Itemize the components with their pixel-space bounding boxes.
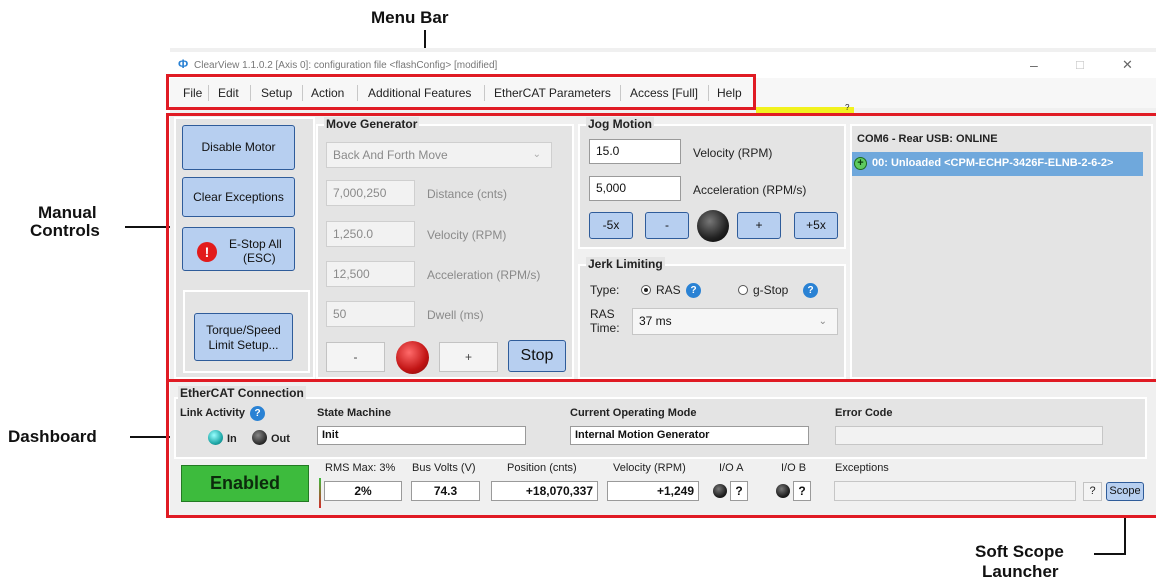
manual-controls-highlight	[166, 113, 1156, 382]
annotation-soft-scope-line-h	[1094, 553, 1126, 555]
dashboard-highlight	[166, 379, 1156, 518]
annotation-dashboard: Dashboard	[8, 427, 97, 446]
annotation-manual-controls-2: Controls	[30, 221, 100, 240]
annotation-soft-scope-2: Launcher	[982, 562, 1059, 581]
menu-bar-highlight	[166, 74, 756, 110]
close-button[interactable]: ✕	[1122, 57, 1133, 73]
annotation-soft-scope-1: Soft Scope	[975, 542, 1064, 561]
window-title: ClearView 1.1.0.2 [Axis 0]: configuratio…	[194, 60, 498, 71]
annotation-manual-controls-1: Manual	[38, 203, 97, 222]
warning-marker: ?	[845, 103, 850, 112]
minimize-button[interactable]: –	[1030, 57, 1038, 73]
app-logo-icon: Ф	[178, 57, 189, 71]
annotation-menu-bar: Menu Bar	[371, 8, 449, 27]
annotation-manual-controls-line	[125, 226, 172, 228]
maximize-button[interactable]: □	[1076, 57, 1084, 72]
